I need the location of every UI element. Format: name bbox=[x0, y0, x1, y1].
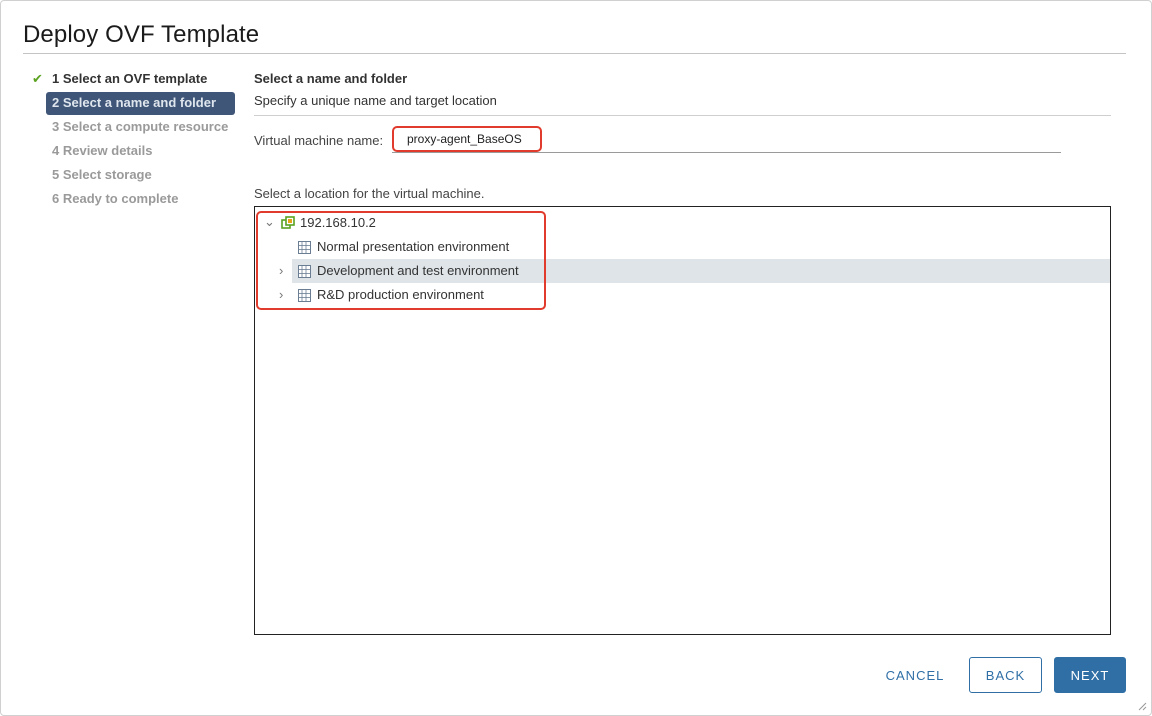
step-review-details: 4 Review details bbox=[29, 139, 239, 163]
tree-node-label: 192.168.10.2 bbox=[300, 215, 376, 230]
chevron-right-icon[interactable]: › bbox=[279, 259, 283, 283]
back-button[interactable]: BACK bbox=[969, 657, 1042, 693]
step-ready-to-complete: 6 Ready to complete bbox=[29, 187, 239, 211]
cancel-button[interactable]: CANCEL bbox=[875, 657, 955, 693]
tree-node-host[interactable]: ⌄ 192.168.10.2 bbox=[255, 211, 1110, 235]
folder-icon bbox=[298, 241, 311, 254]
datacenter-icon bbox=[281, 216, 295, 229]
section-divider bbox=[254, 115, 1111, 116]
tree-node-folder[interactable]: Normal presentation environment bbox=[255, 235, 1110, 259]
folder-icon bbox=[298, 289, 311, 302]
chevron-right-icon[interactable]: › bbox=[279, 283, 283, 307]
location-tree: ⌄ 192.168.10.2 Normal presentation envir… bbox=[254, 206, 1111, 635]
dialog-title: Deploy OVF Template bbox=[23, 21, 260, 48]
tree-node-label: Normal presentation environment bbox=[317, 239, 510, 254]
step-select-storage: 5 Select storage bbox=[29, 163, 239, 187]
tree-node-label: Development and test environment bbox=[317, 263, 519, 278]
step-label: 3 Select a compute resource bbox=[52, 119, 229, 134]
tree-node-folder-selected[interactable]: › Development and test environment bbox=[279, 259, 1110, 283]
resize-handle-icon[interactable] bbox=[1137, 701, 1147, 711]
folder-icon bbox=[298, 265, 311, 278]
chevron-down-icon[interactable]: ⌄ bbox=[264, 210, 275, 234]
vm-name-label: Virtual machine name: bbox=[254, 133, 384, 148]
title-divider bbox=[23, 53, 1126, 54]
wizard-steps: ✔ 1 Select an OVF template 2 Select a na… bbox=[29, 67, 239, 211]
step-label: 6 Ready to complete bbox=[52, 191, 179, 206]
step-label: 2 Select a name and folder bbox=[52, 95, 217, 110]
section-subtitle: Specify a unique name and target locatio… bbox=[254, 93, 497, 108]
step-label: 4 Review details bbox=[52, 143, 153, 158]
location-label: Select a location for the virtual machin… bbox=[254, 186, 485, 201]
checkmark-icon: ✔ bbox=[32, 71, 43, 86]
vm-name-input[interactable] bbox=[392, 126, 542, 152]
step-label: 1 Select an OVF template bbox=[52, 71, 208, 86]
tree-node-label: R&D production environment bbox=[317, 287, 484, 302]
step-select-ovf-template[interactable]: ✔ 1 Select an OVF template bbox=[29, 67, 239, 91]
section-title: Select a name and folder bbox=[254, 71, 408, 86]
next-button[interactable]: NEXT bbox=[1054, 657, 1126, 693]
vm-name-underline bbox=[392, 152, 1061, 153]
step-label: 5 Select storage bbox=[52, 167, 152, 182]
step-select-compute-resource: 3 Select a compute resource bbox=[29, 115, 239, 139]
step-select-name-and-folder[interactable]: 2 Select a name and folder bbox=[29, 91, 239, 115]
deploy-ovf-dialog: Deploy OVF Template ✔ 1 Select an OVF te… bbox=[0, 0, 1152, 716]
tree-node-folder[interactable]: › R&D production environment bbox=[255, 283, 1110, 307]
